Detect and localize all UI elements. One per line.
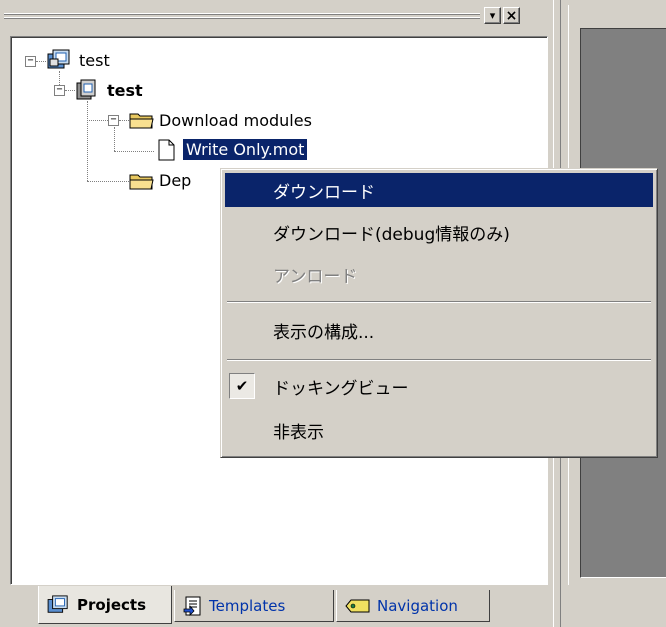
collapse-download-toggle[interactable]: −	[108, 115, 119, 126]
tree-line	[36, 61, 46, 62]
tab-templates[interactable]: Templates	[174, 590, 334, 622]
navigation-icon	[345, 599, 370, 612]
tab-label: Templates	[209, 596, 286, 615]
context-menu: ダウンロード ダウンロード(debug情報のみ) アンロード 表示の構成... …	[220, 168, 658, 458]
close-icon: ×	[505, 7, 518, 24]
tree-line	[119, 120, 129, 121]
collapse-root-toggle[interactable]: −	[25, 56, 36, 67]
menu-item-label: 非表示	[273, 422, 324, 443]
tab-label: Navigation	[377, 596, 458, 615]
menu-item-unload: アンロード	[225, 257, 653, 291]
dock-close-button[interactable]: ×	[503, 7, 520, 24]
menu-item-customize-view[interactable]: 表示の構成...	[225, 313, 653, 347]
tree-line	[114, 151, 154, 152]
file-icon	[158, 139, 175, 161]
folder-icon	[129, 113, 154, 129]
dock-options-button[interactable]: ▾	[484, 7, 501, 24]
menu-separator	[227, 301, 651, 303]
tree-line	[87, 181, 129, 182]
menu-separator	[227, 359, 651, 361]
tab-navigation[interactable]: Navigation	[336, 590, 490, 622]
tree-line	[59, 71, 60, 85]
workspace-icon	[47, 49, 70, 69]
tree-node-project[interactable]: test	[107, 81, 143, 100]
menu-item-download[interactable]: ダウンロード	[225, 173, 653, 207]
chevron-down-icon: ▾	[489, 9, 496, 22]
tree-line	[87, 101, 88, 181]
menu-item-label: ダウンロード(debug情報のみ)	[273, 224, 510, 245]
menu-item-label: ドッキングビュー	[273, 378, 409, 399]
tab-projects[interactable]: Projects	[38, 586, 172, 624]
collapse-project-toggle[interactable]: −	[54, 85, 65, 96]
menu-item-hide[interactable]: 非表示	[225, 413, 653, 447]
tree-node-download-modules[interactable]: Download modules	[159, 111, 312, 130]
folder-icon	[129, 174, 154, 190]
tree-line	[65, 90, 75, 91]
menu-item-download-debug-only[interactable]: ダウンロード(debug情報のみ)	[225, 215, 653, 249]
tree-node-workspace[interactable]: test	[79, 51, 110, 70]
templates-icon	[183, 596, 201, 616]
menu-item-label: 表示の構成...	[273, 322, 375, 343]
tree-node-dependencies[interactable]: Dep	[159, 171, 191, 190]
tree-line	[87, 120, 108, 121]
menu-item-label: アンロード	[273, 266, 358, 287]
tree-line	[114, 127, 115, 151]
tab-label: Projects	[77, 595, 147, 614]
menu-item-docking-view[interactable]: ドッキングビュー	[225, 369, 653, 403]
project-icon	[76, 79, 96, 100]
projects-icon	[47, 594, 68, 613]
menu-item-label: ダウンロード	[273, 182, 375, 203]
tree-node-write-only-mot[interactable]: Write Only.mot	[181, 138, 309, 161]
dock-grip[interactable]	[4, 8, 480, 26]
